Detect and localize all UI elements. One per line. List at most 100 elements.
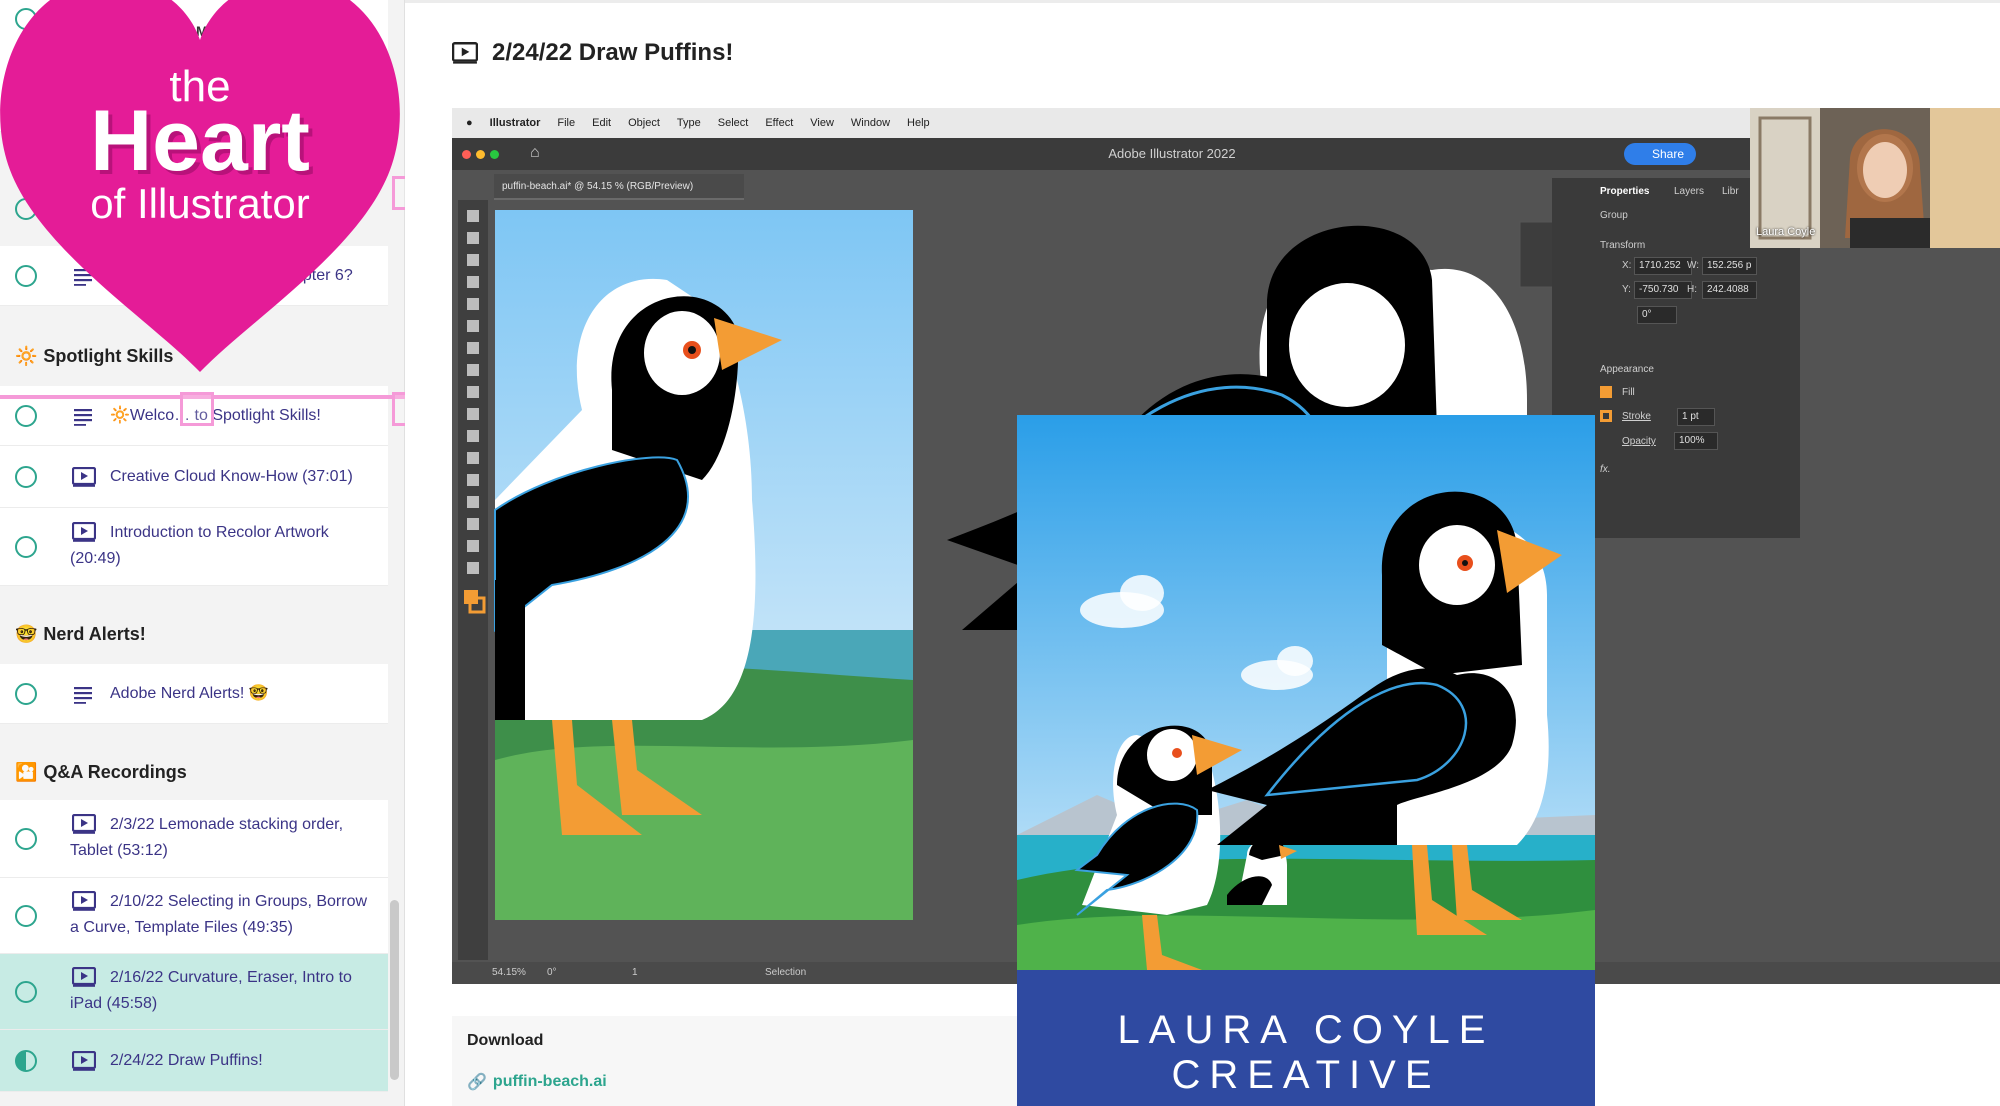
page-title: 2/24/22 Draw Puffins!: [492, 39, 734, 66]
panel-transform-label: Transform: [1600, 240, 1646, 251]
progress-circle-half: [15, 1050, 37, 1072]
menu-item: Object: [628, 117, 660, 129]
nerd-face-icon: 🤓: [15, 623, 38, 644]
section-header-qa: 🎦 Q&A Recordings: [0, 742, 388, 802]
film-icon: 🎦: [15, 761, 38, 782]
list-item[interactable]: Introduction to Recolor Artwork (20:49): [0, 508, 388, 586]
x-field: 1710.252: [1634, 257, 1692, 275]
fill-swatch: [1600, 386, 1612, 398]
download-file-name: puffin-beach.ai: [492, 1073, 607, 1090]
download-link[interactable]: 🔗 puffin-beach.ai: [467, 1072, 607, 1092]
presenter-name: Laura Coyle: [1756, 226, 1816, 238]
paperclip-icon: 🔗: [467, 1074, 487, 1091]
fx-label: fx.: [1600, 464, 1611, 475]
progress-circle: [15, 536, 37, 558]
menu-item: Help: [907, 117, 930, 129]
panel-appearance-label: Appearance: [1600, 364, 1654, 375]
artboard-readout: 1: [632, 967, 638, 978]
text-lines-icon: [74, 269, 92, 286]
brand-banner: LAURA COYLE CREATIVE: [1017, 970, 1595, 1106]
zoom-readout: 54.15%: [492, 967, 526, 978]
lesson-label: 2/24/22 Draw Puffins!: [110, 1052, 263, 1069]
brand-text: LAURA COYLE CREATIVE: [1117, 1008, 1495, 1097]
list-item[interactable]: Creative Cloud Know-How (37:01): [0, 446, 388, 508]
progress-circle: [15, 265, 37, 287]
w-field: 152.256 p: [1702, 257, 1757, 275]
list-item[interactable]: 2/16/22 Curvature, Eraser, Intro to iPad…: [0, 954, 388, 1030]
progress-circle: [15, 683, 37, 705]
tab-libraries: Libr: [1722, 186, 1739, 197]
menu-item: Illustrator: [489, 117, 541, 129]
video-icon: [452, 42, 478, 64]
list-item[interactable]: COMP: [0, 0, 388, 220]
menu-item: File: [557, 117, 576, 129]
menu-item: Type: [676, 117, 701, 129]
lesson-label: Adobe Nerd Alerts! 🤓: [110, 685, 269, 702]
angle-field: 0°: [1637, 306, 1677, 324]
progress-circle: [15, 405, 37, 427]
progress-circle: [15, 466, 37, 488]
text-lines-icon: [74, 409, 92, 426]
progress-circle: [15, 828, 37, 850]
sun-icon: 🔆: [15, 345, 38, 366]
lesson-label: Introduction to Recolor Artwork (20:49): [70, 524, 329, 567]
list-item[interactable]: 🔆Welco… to Spotlight Skills!: [0, 386, 388, 446]
apple-icon: ●: [466, 117, 473, 129]
x-label: X:: [1622, 260, 1632, 271]
video-icon: [72, 1051, 96, 1071]
text-lines-icon: [74, 687, 92, 704]
download-heading: Download: [467, 1032, 544, 1049]
document-tab: puffin-beach.ai* @ 54.15 % (RGB/Preview): [494, 174, 744, 200]
puffin-preview-card: [1017, 415, 1595, 970]
stroke-swatch: [1600, 410, 1612, 422]
lesson-list: COMP …apter 6? 🔆 Spotlight Skills 🔆Welco…: [0, 0, 388, 1106]
tab-properties: Properties: [1600, 186, 1650, 197]
divider: [405, 0, 2000, 3]
section-title: Spotlight Skills: [43, 345, 174, 366]
progress-circle: [15, 8, 37, 30]
stroke-field: 1 pt: [1677, 408, 1715, 426]
progress-circle: [15, 981, 37, 1003]
video-icon: [72, 467, 96, 487]
list-item[interactable]: 2/10/22 Selecting in Groups, Borrow a Cu…: [0, 878, 388, 954]
lesson-label: Creative Cloud Know-How (37:01): [110, 468, 353, 485]
sidebar-scrollbar[interactable]: [390, 900, 399, 1080]
opacity-field: 100%: [1674, 432, 1718, 450]
section-header-spotlight: 🔆 Spotlight Skills: [0, 326, 388, 386]
section-title: Q&A Recordings: [43, 761, 187, 782]
webcam-feed: Laura Coyle: [1750, 108, 2000, 248]
lesson-label: 2/3/22 Lemonade stacking order, Tablet (…: [70, 816, 344, 859]
rotation-readout: 0°: [547, 967, 557, 978]
menu-item: Window: [850, 117, 891, 129]
tool-readout: Selection: [765, 967, 807, 978]
course-sidebar: COMP …apter 6? 🔆 Spotlight Skills 🔆Welco…: [0, 0, 405, 1106]
sidebar-header-partial: COMP: [175, 23, 217, 39]
h-label: H:: [1687, 284, 1697, 295]
stroke-label: Stroke: [1622, 411, 1651, 422]
puffin-beach-illustration: [1017, 415, 1595, 970]
y-field: -750.730: [1634, 281, 1692, 299]
list-item-current[interactable]: 2/24/22 Draw Puffins!: [0, 1030, 388, 1092]
y-label: Y:: [1622, 284, 1631, 295]
share-button: Share: [1624, 143, 1696, 165]
list-item[interactable]: …apter 6?: [0, 246, 388, 306]
menu-item: Select: [717, 117, 749, 129]
menu-item: Edit: [592, 117, 612, 129]
progress-circle: [15, 198, 37, 220]
fill-label: Fill: [1622, 387, 1635, 398]
lesson-label: 🔆Welco… to Spotlight Skills!: [110, 407, 321, 424]
h-field: 242.4088: [1702, 281, 1757, 299]
opacity-label: Opacity: [1622, 436, 1656, 447]
lesson-label: 2/10/22 Selecting in Groups, Borrow a Cu…: [70, 893, 368, 936]
section-header-nerd: 🤓 Nerd Alerts!: [0, 604, 388, 664]
panel-group-label: Group: [1600, 210, 1628, 221]
menu-item: Effect: [765, 117, 794, 129]
w-label: W:: [1687, 260, 1700, 271]
list-item[interactable]: 2/3/22 Lemonade stacking order, Tablet (…: [0, 800, 388, 878]
list-item[interactable]: Adobe Nerd Alerts! 🤓: [0, 664, 388, 724]
lesson-label: 2/16/22 Curvature, Eraser, Intro to iPad…: [70, 969, 352, 1012]
page: COMP …apter 6? 🔆 Spotlight Skills 🔆Welco…: [0, 0, 2000, 1106]
lesson-label: …apter 6?: [278, 267, 353, 284]
section-title: Nerd Alerts!: [43, 623, 146, 644]
progress-circle: [15, 905, 37, 927]
